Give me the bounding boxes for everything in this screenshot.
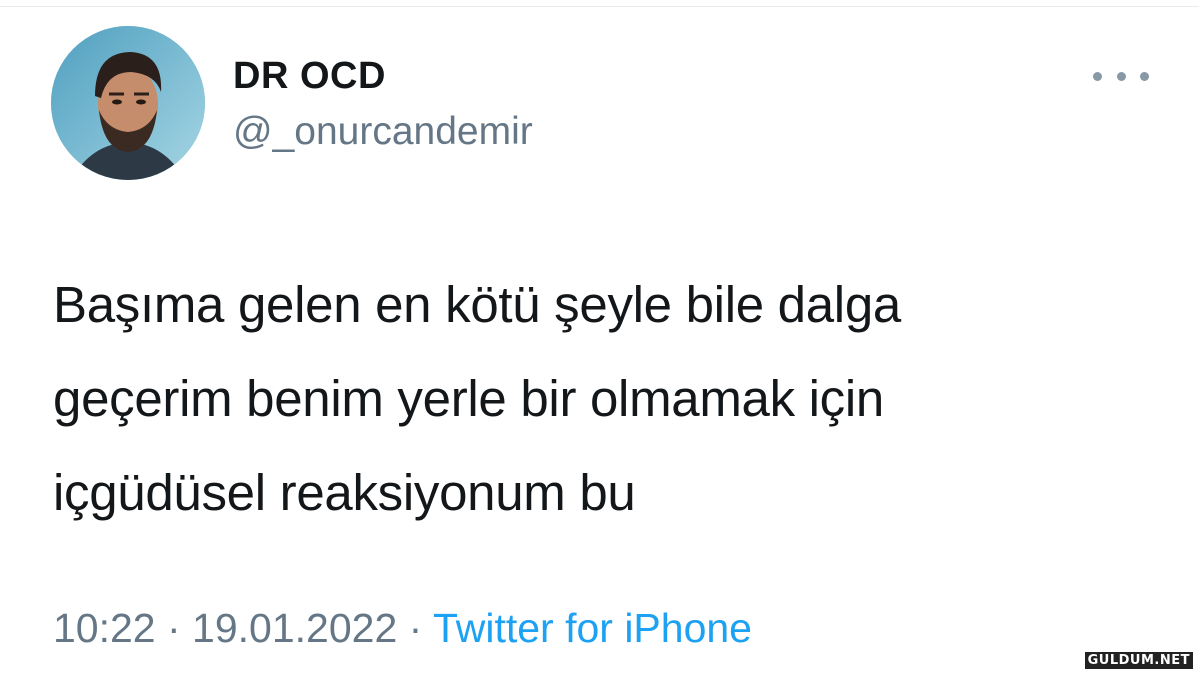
divider [0, 6, 1199, 7]
watermark: GULDUM.NET [1084, 652, 1193, 669]
tweet-metadata: 10:22 · 19.01.2022 · Twitter for iPhone [53, 605, 752, 652]
more-dot [1116, 71, 1126, 81]
tweet-text: Başıma gelen en kötü şeyle bile dalga ge… [53, 276, 901, 521]
user-handle[interactable]: @_onurcandemir [233, 110, 533, 154]
more-dot [1093, 71, 1102, 81]
meta-separator: · [155, 605, 193, 651]
tweet-source-link[interactable]: Twitter for iPhone [433, 605, 752, 651]
meta-separator: · [397, 605, 433, 651]
avatar[interactable] [51, 26, 205, 180]
more-dot [1140, 71, 1149, 81]
tweet-date[interactable]: 19.01.2022 [192, 605, 397, 651]
tweet-card: DR OCD @_onurcandemir Başıma gelen en kö… [0, 0, 1199, 675]
more-horizontal-icon[interactable] [1093, 62, 1149, 90]
tweet-time[interactable]: 10:22 [53, 605, 156, 651]
avatar-photo [51, 26, 205, 180]
display-name[interactable]: DR OCD [233, 55, 386, 98]
